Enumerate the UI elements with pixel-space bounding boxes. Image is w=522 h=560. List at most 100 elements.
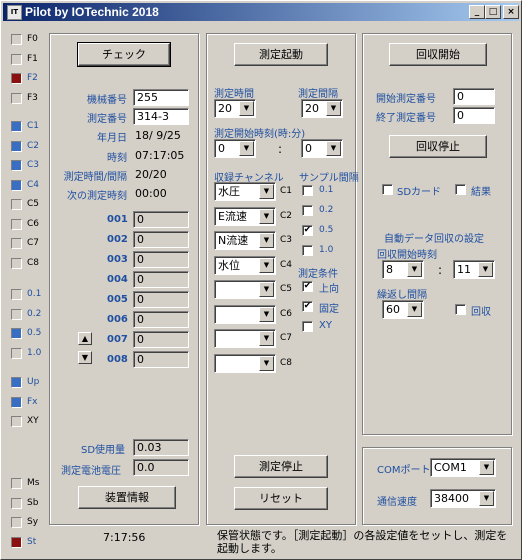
sd-card-label: SDカード [397, 187, 442, 198]
indicator-led-02 [11, 308, 22, 320]
chevron-down-icon: ▼ [479, 491, 494, 506]
collect-hour-select[interactable]: 8 ▼ [382, 260, 424, 279]
channel-select-value: 水圧 [218, 185, 240, 198]
indicator-led-c8 [11, 257, 22, 269]
sampling-checkbox[interactable] [302, 245, 313, 256]
start-measure-button[interactable]: 測定起動 [234, 43, 328, 66]
indicator-led-c7 [11, 238, 22, 249]
collect-checkbox[interactable] [455, 304, 466, 315]
info-label: 年月日 [97, 133, 127, 144]
chevron-down-icon: ▼ [326, 141, 341, 156]
channel-label: 002 [107, 234, 128, 245]
reset-button[interactable]: リセット [234, 487, 328, 510]
battery-label: 測定電池電圧 [61, 466, 121, 477]
collect-start-button[interactable]: 回収開始 [389, 43, 487, 66]
chevron-down-icon: ▼ [259, 282, 274, 297]
info-field[interactable]: 314-3 [133, 108, 189, 125]
collect-time-label: 回収開始時刻 [377, 250, 437, 261]
channel-select-value: N流速 [218, 234, 249, 247]
channel-tag: C2 [280, 210, 293, 221]
sampling-checkbox[interactable] [302, 185, 313, 196]
indicator-label-sy: Sy [27, 517, 39, 527]
baud-select[interactable]: 38400 ▼ [430, 489, 496, 508]
device-info-button[interactable]: 装置情報 [78, 486, 176, 509]
sampling-label: 0.5 [319, 225, 334, 235]
channel-select[interactable]: ▼ [214, 304, 276, 324]
chevron-down-icon: ▼ [478, 262, 493, 277]
collect-min-select[interactable]: 11 ▼ [453, 260, 495, 279]
chevron-down-icon: ▼ [326, 101, 341, 116]
stop-measure-button[interactable]: 測定停止 [234, 455, 328, 478]
channel-select[interactable]: 水圧 ▼ [214, 182, 276, 201]
sd-usage-value: 0.03 [133, 439, 189, 456]
indicator-label-05: 0.5 [27, 328, 42, 338]
condition-checkbox[interactable]: ✔ [302, 281, 313, 292]
channel-label: 005 [107, 294, 128, 305]
channel-value: 0 [133, 311, 189, 328]
indicator-led-05 [11, 328, 22, 339]
condition-label: 測定条件 [298, 269, 338, 280]
channel-label: 003 [107, 254, 128, 265]
baud-value: 38400 [434, 492, 469, 505]
channel-select[interactable]: ▼ [214, 280, 276, 299]
repeat-select[interactable]: 60 ▼ [382, 300, 424, 319]
start-num-field[interactable]: 0 [453, 88, 495, 105]
start-hour-select[interactable]: 0 ▼ [214, 139, 256, 158]
channel-label: 008 [107, 354, 128, 365]
info-value: 18/ 9/25 [135, 129, 181, 142]
channel-label: 007 [107, 334, 128, 345]
maximize-button[interactable]: □ [485, 5, 501, 19]
end-num-field[interactable]: 0 [453, 107, 495, 124]
channel-select[interactable]: ▼ [214, 329, 276, 348]
indicator-label-sb: Sb [27, 497, 39, 508]
main-window: IT Pilot by IOTechnic 2018 _ □ × F0 F1 F2 F… [0, 0, 522, 560]
sampling-label: 0.1 [319, 185, 334, 195]
channel-value: 0 [133, 291, 189, 308]
indicator-led-f3 [11, 92, 22, 104]
indicator-led-xy [11, 416, 22, 427]
condition-checkbox[interactable] [302, 321, 313, 332]
collect-stop-button[interactable]: 回収停止 [389, 135, 487, 158]
sampling-checkbox[interactable]: ✔ [302, 225, 313, 236]
down-arrow-button[interactable]: ▼ [78, 351, 92, 364]
indicator-label-xy: XY [27, 416, 39, 426]
com-port-select[interactable]: COM1 ▼ [430, 458, 496, 477]
channel-value: 0 [133, 271, 189, 288]
interval-select[interactable]: 20 ▼ [301, 99, 343, 118]
info-field[interactable]: 255 [133, 89, 189, 106]
channel-select-value: E流速 [218, 209, 247, 223]
start-min-select[interactable]: 0 ▼ [301, 139, 343, 158]
time-select[interactable]: 20 ▼ [214, 99, 256, 118]
indicator-led-f1 [11, 53, 22, 65]
channel-select[interactable]: E流速 ▼ [214, 206, 276, 226]
indicator-led-c3 [11, 160, 22, 171]
chevron-down-icon: ▼ [259, 331, 274, 346]
start-min-value: 0 [305, 142, 312, 155]
channel-select[interactable]: ▼ [214, 353, 276, 373]
status-message: 保管状態です。［測定起動］の各設定値をセットし、測定を起動します。 [217, 529, 508, 555]
indicator-led-sb [11, 497, 22, 509]
chevron-down-icon: ▼ [259, 233, 274, 248]
channel-select[interactable]: N流速 ▼ [214, 231, 276, 250]
sampling-checkbox[interactable] [302, 205, 313, 216]
sd-usage-label: SD使用量 [81, 445, 126, 456]
condition-label: 上向 [319, 284, 339, 295]
collect-min-value: 11 [457, 263, 471, 276]
sd-card-checkbox[interactable] [382, 184, 393, 195]
up-arrow-button[interactable]: ▲ [78, 332, 92, 345]
time-label: 測定時間 [214, 89, 254, 100]
info-value: 00:00 [135, 187, 167, 200]
check-button[interactable]: チェック [77, 42, 171, 67]
channel-value: 0 [133, 211, 189, 228]
condition-checkbox[interactable]: ✔ [302, 301, 313, 312]
result-checkbox[interactable] [455, 184, 466, 195]
info-value: 20/20 [135, 168, 167, 181]
chevron-down-icon: ▼ [407, 302, 422, 317]
repeat-label: 繰返し間隔 [377, 290, 427, 301]
channel-tag: C6 [280, 308, 293, 319]
minimize-button[interactable]: _ [469, 5, 485, 19]
indicator-led-c5 [11, 199, 22, 210]
channel-select[interactable]: 水位 ▼ [214, 255, 276, 275]
channel-label: 006 [107, 314, 128, 325]
close-button[interactable]: × [503, 5, 519, 19]
